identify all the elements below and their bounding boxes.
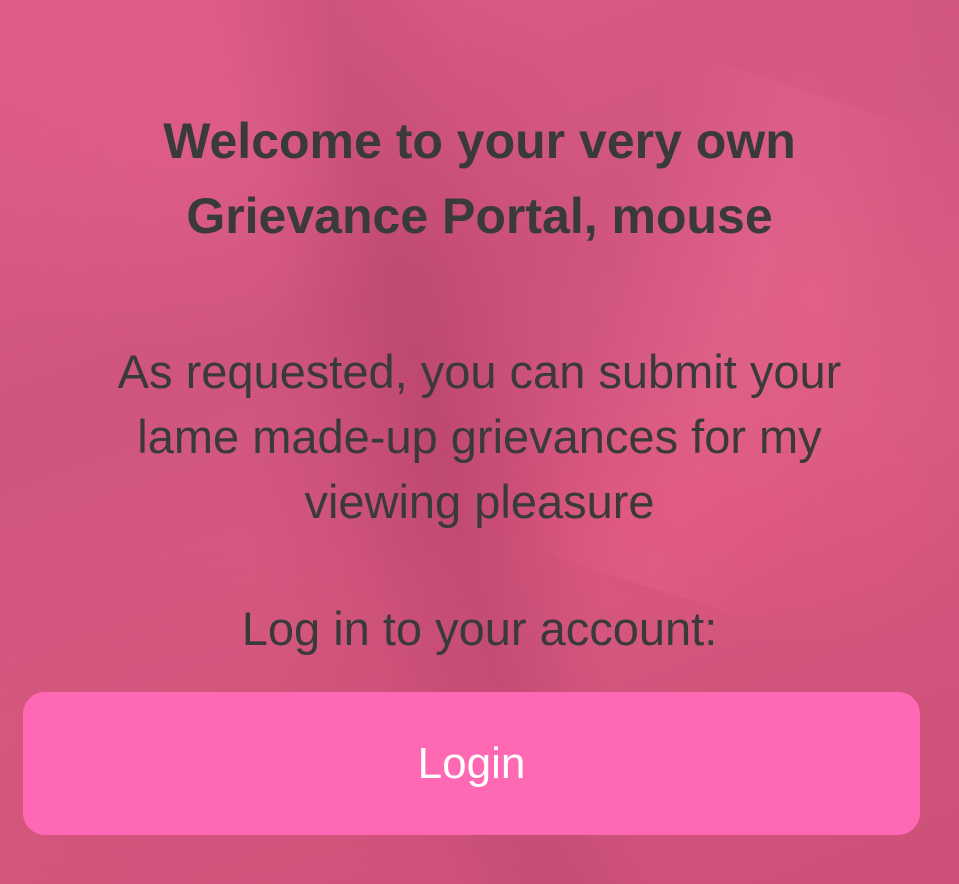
welcome-screen: Welcome to your very own Grievance Porta… — [0, 0, 959, 884]
login-button[interactable]: Login — [23, 692, 920, 835]
title-line-2: Grievance Portal, mouse — [186, 188, 773, 244]
title-line-1: Welcome to your very own — [163, 113, 796, 169]
message-line-3: viewing pleasure — [304, 475, 655, 528]
welcome-message: As requested, you can submit your lame m… — [40, 339, 919, 534]
login-prompt: Log in to your account: — [241, 602, 718, 655]
message-line-2: lame made-up grievances for my — [137, 410, 822, 463]
page-title: Welcome to your very own Grievance Porta… — [40, 104, 919, 254]
message-line-1: As requested, you can submit your — [117, 345, 842, 398]
